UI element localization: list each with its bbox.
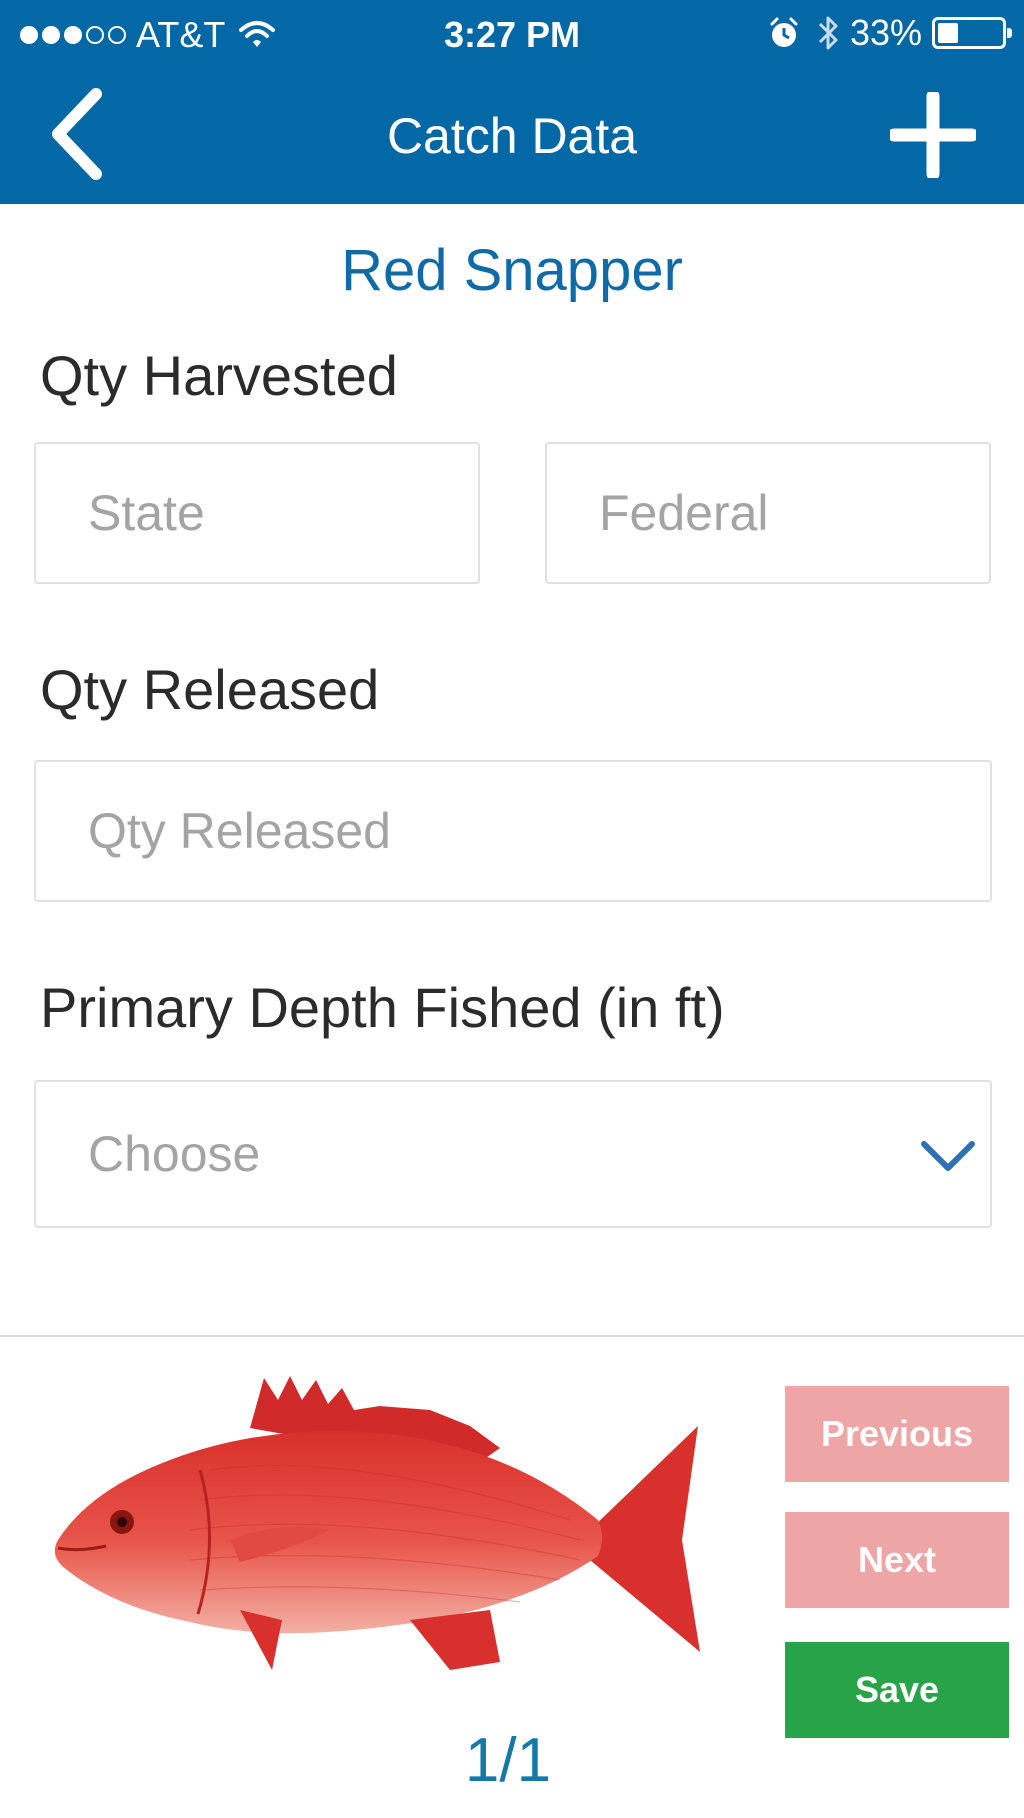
battery-fill xyxy=(938,23,958,43)
species-name: Red Snapper xyxy=(341,238,683,303)
chevron-down-icon xyxy=(921,1141,975,1171)
alarm-clock-icon xyxy=(770,17,798,47)
depth-selected-value: Choose xyxy=(88,1126,261,1182)
divider xyxy=(0,1335,1024,1337)
battery-icon xyxy=(932,17,1012,49)
battery-percent: 33% xyxy=(849,12,922,53)
red-snapper-illustration xyxy=(54,1376,700,1670)
qty-harvested-label: Qty Harvested xyxy=(40,344,398,407)
previous-button[interactable]: Previous xyxy=(785,1386,1009,1482)
status-bar: AT&T 3:27 PM 33% xyxy=(0,0,1024,66)
status-right: 33% xyxy=(768,12,1012,54)
depth-fished-label: Primary Depth Fished (in ft) xyxy=(40,976,725,1039)
depth-fished-select[interactable]: Choose xyxy=(34,1080,992,1228)
state-placeholder: State xyxy=(88,485,205,541)
state-harvested-input[interactable]: State xyxy=(34,442,480,584)
qty-released-input[interactable]: Qty Released xyxy=(34,760,992,902)
federal-harvested-input[interactable]: Federal xyxy=(545,442,991,584)
next-button[interactable]: Next xyxy=(785,1512,1009,1608)
app-header: AT&T 3:27 PM 33% Catch Data xyxy=(0,0,1024,204)
bluetooth-icon xyxy=(818,16,838,50)
save-button[interactable]: Save xyxy=(785,1642,1009,1738)
qty-released-placeholder: Qty Released xyxy=(88,803,391,859)
qty-released-label: Qty Released xyxy=(40,658,380,721)
page-title: Catch Data xyxy=(386,108,638,164)
federal-placeholder: Federal xyxy=(599,485,769,541)
add-plus-icon[interactable] xyxy=(890,92,976,178)
